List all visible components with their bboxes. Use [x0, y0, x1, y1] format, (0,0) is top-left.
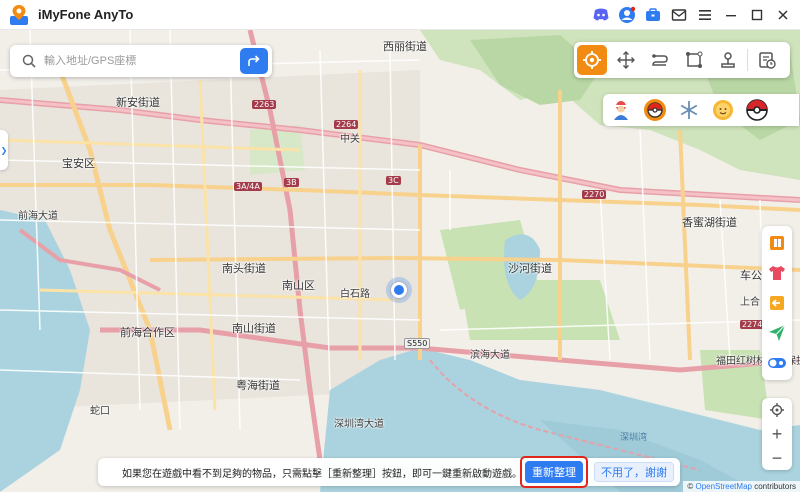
sun-face-icon	[713, 100, 733, 120]
history-button[interactable]	[752, 45, 782, 75]
locate-crosshair-icon	[770, 403, 784, 417]
joystick-mode-button[interactable]	[713, 45, 743, 75]
skin-button[interactable]	[764, 260, 790, 286]
map-label-yuehai: 粤海街道	[236, 379, 280, 392]
user-icon[interactable]	[616, 4, 638, 26]
refresh-highlight: 重新整理	[520, 456, 588, 488]
pokeball-icon	[644, 99, 666, 121]
road-shield-3b: 3B	[284, 178, 299, 187]
arrow-right-icon	[248, 55, 260, 66]
refresh-notice: 如果您在遊戲中看不到足夠的物品，只需點擊［重新整理］按鈕，即可一鍵重新啟動遊戲。…	[98, 456, 680, 488]
map-label-nanshan-st: 南山街道	[232, 322, 276, 335]
locate-button[interactable]	[765, 400, 789, 420]
map-label-baoan: 宝安区	[62, 157, 95, 170]
search-input[interactable]	[44, 55, 224, 67]
map-attribution: © OpenStreetMap contributors	[683, 481, 800, 492]
two-spot-mode-button[interactable]	[645, 45, 675, 75]
current-location-marker[interactable]	[386, 277, 412, 303]
move-arrows-icon	[617, 51, 635, 69]
multi-spot-mode-button[interactable]	[679, 45, 709, 75]
map-label-nanshan: 南山区	[282, 279, 315, 292]
route-icon	[652, 54, 668, 66]
map-label-nantou: 南头街道	[222, 262, 266, 275]
app-title: iMyFone AnyTo	[38, 7, 134, 22]
map-label-xili: 西丽街道	[383, 40, 427, 53]
notice-text: 如果您在遊戲中看不到足夠的物品，只需點擊［重新整理］按鈕，即可一鍵重新啟動遊戲。	[122, 468, 522, 480]
poke-ball-dark-icon	[746, 99, 768, 121]
map-label-shanghe: 上合	[740, 297, 760, 308]
snowflake-button[interactable]	[675, 96, 703, 124]
joystick-icon	[721, 52, 735, 68]
sun-face-button[interactable]	[709, 96, 737, 124]
map-label-baishi: 白石路	[340, 289, 370, 300]
maximize-icon[interactable]	[746, 4, 768, 26]
poke-ball-dark-button[interactable]	[743, 96, 771, 124]
dismiss-button[interactable]: 不用了，謝謝	[594, 462, 674, 482]
mail-icon[interactable]	[668, 4, 690, 26]
minimize-icon[interactable]	[720, 4, 742, 26]
send-icon	[769, 324, 786, 341]
menu-icon[interactable]	[694, 4, 716, 26]
map-label-shekou: 蛇口	[90, 406, 110, 417]
import-button[interactable]	[764, 290, 790, 316]
mode-toolbar	[574, 42, 790, 78]
road-shield-3a4a: 3A/4A	[234, 182, 262, 191]
map-label-binhai: 滨海大道	[470, 350, 510, 361]
map-label-zhongguan: 中关	[340, 134, 360, 145]
crosshair-icon	[583, 51, 601, 69]
side-tools-panel	[762, 226, 792, 380]
app-logo-icon	[8, 4, 30, 26]
zoom-out-button[interactable]: −	[765, 448, 789, 468]
title-bar: iMyFone AnyTo	[0, 0, 800, 30]
road-shield-2274: 2274	[740, 320, 765, 329]
import-icon	[770, 296, 784, 310]
toggle-button[interactable]	[764, 350, 790, 376]
trainer-icon	[614, 101, 628, 120]
multi-route-icon	[686, 51, 703, 68]
map-label-qianhai-hezuo: 前海合作区	[120, 326, 175, 339]
road-shield-2263: 2263	[252, 100, 277, 109]
teleport-mode-button[interactable]	[577, 45, 607, 75]
close-icon[interactable]	[772, 4, 794, 26]
refresh-button[interactable]: 重新整理	[525, 461, 583, 483]
send-button[interactable]	[764, 320, 790, 346]
toolbar-divider	[747, 49, 748, 71]
zoom-in-button[interactable]: +	[765, 424, 789, 444]
history-icon	[759, 52, 776, 69]
zoom-controls: + −	[762, 398, 792, 470]
game-selector-bar	[603, 94, 799, 126]
road-shield-3c: 3C	[386, 176, 401, 185]
search-submit-button[interactable]	[240, 48, 268, 74]
collapse-panel-handle[interactable]: ❯	[0, 130, 8, 170]
search-box	[10, 45, 272, 77]
road-shield-s550: S550	[404, 338, 431, 349]
road-shield-2270: 2270	[582, 190, 607, 199]
map-label-shahe: 沙河街道	[508, 262, 552, 275]
snowflake-icon	[680, 101, 698, 119]
map-label-shenzhen-new: 深圳湾	[620, 433, 648, 443]
road-shield-2264: 2264	[334, 120, 359, 129]
favorites-icon	[770, 236, 784, 250]
jump-teleport-mode-button[interactable]	[611, 45, 641, 75]
map-label-qianhai: 前海大道	[18, 211, 58, 222]
pokemon-go-trainer-button[interactable]	[607, 96, 635, 124]
toggle-icon	[768, 358, 786, 368]
pokeball-button[interactable]	[641, 96, 669, 124]
map-label-xiangmihu: 香蜜湖街道	[682, 216, 737, 229]
search-icon	[22, 54, 36, 68]
osm-link[interactable]: OpenStreetMap	[695, 482, 751, 491]
toolbox-icon[interactable]	[642, 4, 664, 26]
map-label-shenzhen-bay: 深圳湾大道	[334, 419, 384, 430]
favorites-button[interactable]	[764, 230, 790, 256]
tshirt-icon	[769, 266, 785, 280]
discord-icon[interactable]	[590, 4, 612, 26]
map-label-xinan: 新安街道	[116, 96, 160, 109]
